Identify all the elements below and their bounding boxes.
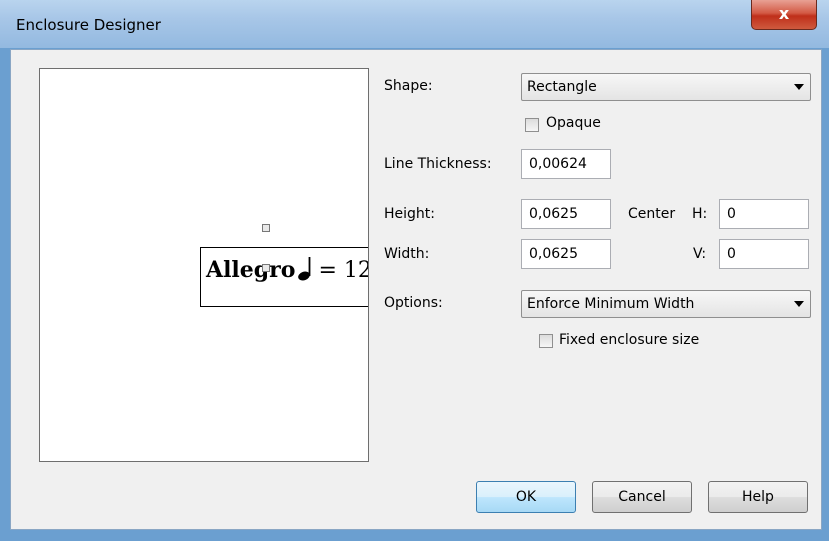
fixed-size-label: Fixed enclosure size — [559, 332, 700, 348]
fixed-size-checkbox[interactable] — [539, 334, 553, 348]
ok-button[interactable]: OK — [476, 481, 576, 513]
title-bar[interactable]: Enclosure Designer x — [0, 0, 829, 48]
options-value: Enforce Minimum Width — [527, 296, 695, 312]
window-title: Enclosure Designer — [16, 16, 161, 34]
line-thickness-label: Line Thickness: — [384, 156, 492, 172]
shape-dropdown[interactable]: Rectangle — [521, 73, 811, 101]
help-button[interactable]: Help — [708, 481, 808, 513]
tempo-word: Allegro — [206, 257, 296, 283]
chevron-down-icon — [794, 84, 804, 90]
center-v-field[interactable] — [719, 239, 809, 269]
line-thickness-field[interactable] — [521, 149, 611, 179]
width-input[interactable] — [522, 240, 610, 268]
enclosure-designer-window: Enclosure Designer x Allegro = 12 Shape: … — [0, 0, 829, 541]
height-field[interactable] — [521, 199, 611, 229]
close-icon: x — [778, 4, 790, 23]
dialog-client-area: Allegro = 12 Shape: Rectangle Opaque Line… — [10, 49, 822, 530]
tempo-marking: Allegro = 12 — [206, 255, 369, 283]
enclosure-preview[interactable]: Allegro = 12 — [39, 68, 369, 462]
width-label: Width: — [384, 246, 430, 262]
quarter-note-icon — [298, 257, 311, 281]
center-h-label: H: — [692, 206, 708, 222]
center-h-input[interactable] — [720, 200, 808, 228]
chevron-down-icon — [794, 301, 804, 307]
opaque-checkbox[interactable] — [525, 118, 539, 132]
center-v-label: V: — [693, 246, 707, 262]
height-label: Height: — [384, 206, 435, 222]
width-field[interactable] — [521, 239, 611, 269]
center-v-input[interactable] — [720, 240, 808, 268]
resize-handle-center[interactable] — [262, 264, 270, 272]
height-input[interactable] — [522, 200, 610, 228]
cancel-button[interactable]: Cancel — [592, 481, 692, 513]
shape-value: Rectangle — [527, 79, 597, 95]
options-dropdown[interactable]: Enforce Minimum Width — [521, 290, 811, 318]
opaque-label: Opaque — [546, 115, 601, 131]
line-thickness-input[interactable] — [522, 150, 610, 178]
shape-label: Shape: — [384, 78, 433, 94]
close-button[interactable]: x — [751, 0, 817, 30]
options-label: Options: — [384, 295, 443, 311]
tempo-equals: = 12 — [318, 258, 369, 283]
center-h-field[interactable] — [719, 199, 809, 229]
resize-handle-top[interactable] — [262, 224, 270, 232]
center-label: Center — [628, 206, 676, 222]
